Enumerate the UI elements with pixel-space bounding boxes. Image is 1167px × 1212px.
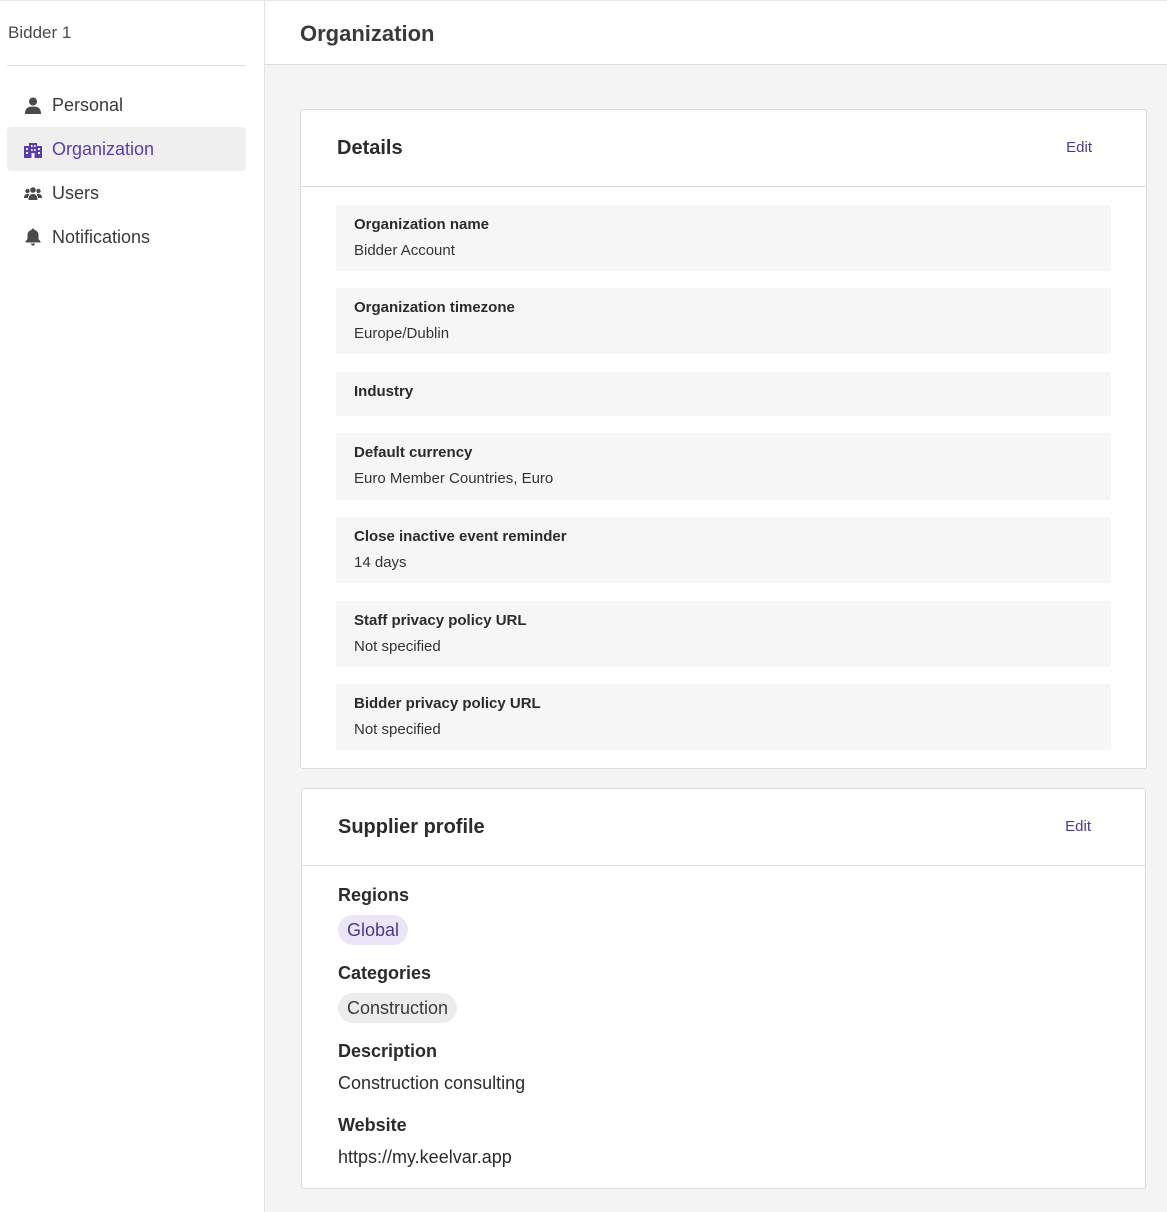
sidebar-item-label: Personal — [52, 94, 124, 115]
field-value: 14 days — [354, 554, 407, 571]
sidebar-item-personal[interactable]: Personal — [7, 83, 246, 127]
field-bidder-privacy-policy-url: Bidder privacy policy URL Not specified — [336, 684, 1111, 750]
categories-label: Categories — [338, 963, 432, 983]
region-chip: Global — [338, 915, 409, 945]
field-label: Organization timezone — [354, 299, 515, 316]
field-value: Euro Member Countries, Euro — [354, 470, 554, 487]
field-label: Industry — [354, 383, 414, 400]
description-label: Description — [338, 1041, 438, 1061]
supplier-profile-edit-link[interactable]: Edit — [1065, 818, 1091, 835]
field-organization-name: Organization name Bidder Account — [336, 205, 1111, 271]
details-card-header: Details Edit — [301, 110, 1146, 187]
user-icon — [24, 96, 42, 114]
field-default-currency: Default currency Euro Member Countries, … — [336, 433, 1111, 500]
description-value: Construction consulting — [338, 1073, 526, 1093]
sidebar-item-users[interactable]: Users — [7, 171, 246, 215]
supplier-profile-card: Supplier profile Edit Regions Global Cat… — [301, 788, 1146, 1189]
page-title: Organization — [300, 21, 435, 46]
field-label: Close inactive event reminder — [354, 528, 567, 545]
field-value: Europe/Dublin — [354, 325, 450, 342]
field-label: Organization name — [354, 216, 490, 233]
field-value: Not specified — [354, 721, 441, 738]
bell-icon — [24, 228, 42, 246]
field-label: Bidder privacy policy URL — [354, 695, 541, 712]
website-label: Website — [338, 1115, 407, 1135]
supplier-profile-header: Supplier profile Edit — [302, 789, 1145, 866]
field-value: Bidder Account — [354, 242, 455, 259]
details-edit-link[interactable]: Edit — [1066, 139, 1092, 156]
building-icon — [24, 140, 42, 158]
sidebar-nav: Personal Organization Users Notification… — [7, 83, 246, 259]
field-value: Not specified — [354, 638, 441, 655]
sidebar-divider — [7, 65, 246, 66]
details-card: Details Edit Organization name Bidder Ac… — [300, 109, 1147, 769]
sidebar: Bidder 1 Personal Organization Users Not… — [0, 0, 265, 1212]
field-close-inactive-event-reminder: Close inactive event reminder 14 days — [336, 517, 1111, 583]
sidebar-item-notifications[interactable]: Notifications — [7, 215, 246, 259]
sidebar-item-label: Users — [52, 182, 100, 203]
users-icon — [24, 184, 42, 202]
sidebar-item-organization[interactable]: Organization — [7, 127, 246, 171]
page-header: Organization — [265, 0, 1167, 65]
field-organization-timezone: Organization timezone Europe/Dublin — [336, 288, 1111, 354]
field-label: Staff privacy policy URL — [354, 612, 527, 629]
details-title: Details — [337, 137, 403, 159]
sidebar-item-label: Notifications — [52, 226, 151, 247]
field-industry: Industry — [336, 372, 1111, 416]
regions-label: Regions — [338, 885, 410, 905]
website-value: https://my.keelvar.app — [338, 1147, 512, 1167]
sidebar-user-name: Bidder 1 — [8, 23, 72, 42]
category-chip: Construction — [338, 993, 458, 1023]
sidebar-item-label: Organization — [52, 138, 155, 159]
field-staff-privacy-policy-url: Staff privacy policy URL Not specified — [336, 601, 1111, 667]
supplier-profile-title: Supplier profile — [338, 816, 485, 838]
field-label: Default currency — [354, 444, 473, 461]
